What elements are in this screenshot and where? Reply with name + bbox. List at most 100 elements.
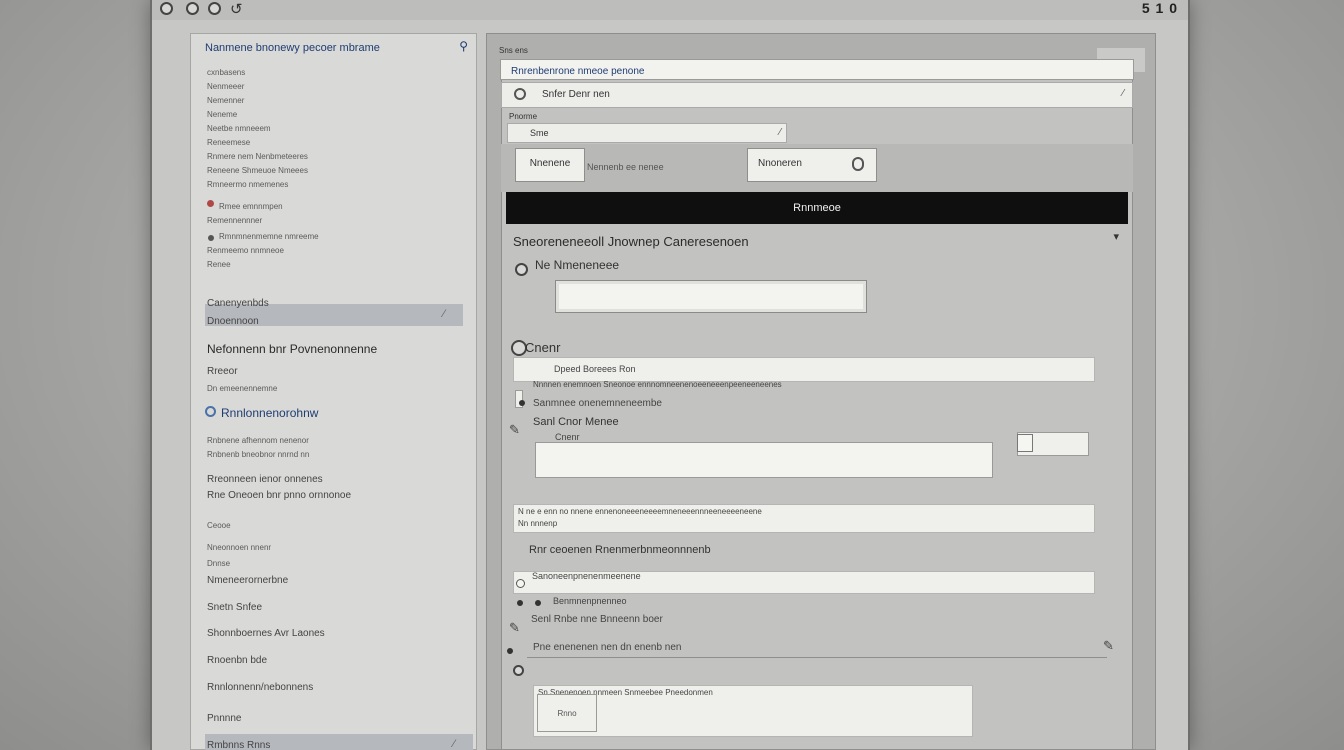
- sidebar-item[interactable]: Rmbnns Rnns: [207, 740, 270, 750]
- chevron-down-icon[interactable]: ▾: [1113, 230, 1119, 243]
- sidebar-item[interactable]: Rreonneen ienor onnenes: [207, 474, 323, 485]
- checkbox[interactable]: [1017, 434, 1033, 452]
- row-label: Cnenr: [525, 340, 561, 355]
- sidebar-item[interactable]: Rmee emnnmpen: [219, 202, 283, 211]
- refresh-icon[interactable]: ↺: [230, 0, 243, 18]
- alert-dot-icon: [207, 200, 214, 207]
- bullet-icon: [208, 235, 214, 241]
- row-text: Benmnenpnenneo: [553, 596, 627, 606]
- search-icon: [514, 88, 526, 100]
- row-field: Dpeed Boreees Ron: [554, 364, 636, 374]
- section-title: Sneoreneneeoll Jnownep Caneresenoen: [513, 234, 749, 249]
- sidebar-item[interactable]: Reneemese: [207, 138, 250, 147]
- sidebar-item[interactable]: Rnbnenb bneobnor nnrnd nn: [207, 450, 309, 459]
- row-label: Rnr ceoenen Rnenmerbnmeonnnenb: [529, 544, 711, 556]
- sidebar-item[interactable]: Rmneermo nmemenes: [207, 180, 288, 189]
- title-bar: ↺ 5 1 0: [152, 0, 1188, 20]
- sidebar-item[interactable]: Nmeneerornerbne: [207, 575, 288, 586]
- bullet-icon: [519, 400, 525, 406]
- search-field[interactable]: Snfer Denr nen ⁄: [501, 82, 1133, 108]
- sidebar: Nanmene bnonewy pecoer mbrame ⚲ cxnbasen…: [190, 33, 477, 750]
- small-button[interactable]: Rnno: [537, 694, 597, 732]
- option-row[interactable]: Sanoneenpnenenmeenene: [513, 571, 1095, 594]
- lock-icon: [852, 157, 864, 171]
- sidebar-item[interactable]: Pnnnne: [207, 713, 241, 724]
- sidebar-item[interactable]: Shonnboernes Avr Laones: [207, 628, 325, 639]
- sidebar-item[interactable]: Reneene Shmeuoe Nmeees: [207, 166, 308, 175]
- text-input[interactable]: [555, 280, 867, 313]
- row-label: Ne Nmeneneee: [535, 258, 620, 272]
- bullet-icon: [507, 648, 513, 654]
- radio-button[interactable]: [516, 579, 525, 588]
- sidebar-item[interactable]: Nneonnoen nnenr: [207, 543, 271, 552]
- bullet-icon: [517, 600, 523, 606]
- sidebar-item[interactable]: Nemenner: [207, 96, 244, 105]
- sidebar-item[interactable]: cxnbasens: [207, 68, 245, 77]
- button-caption: Nennenb ee nenee: [587, 162, 664, 172]
- bullet-icon: [535, 600, 541, 606]
- sidebar-item[interactable]: Dnnse: [207, 559, 230, 568]
- row-subtext: Nnnnen enemnoen Sneonoe ennnomneenenoeen…: [533, 380, 782, 389]
- edit-icon[interactable]: ✎: [1103, 638, 1114, 654]
- type-dropdown[interactable]: Sme ⁄: [507, 123, 787, 143]
- option-row[interactable]: Dpeed Boreees Ron: [513, 357, 1095, 382]
- sidebar-item[interactable]: Rmnmnenmemne nmreeme: [219, 232, 319, 241]
- sidebar-item-active[interactable]: Rnnlonnenorohnw: [221, 406, 318, 420]
- sidebar-item[interactable]: Renmeemo nnmneoe: [207, 246, 284, 255]
- sidebar-item[interactable]: Rnoenbn bde: [207, 655, 267, 666]
- sidebar-item[interactable]: Rnmere nem Nenbmeteeres: [207, 152, 308, 161]
- window-controls[interactable]: 5 1 0: [1142, 0, 1178, 16]
- sidebar-header: Nanmene bnonewy pecoer mbrame: [205, 42, 380, 54]
- right-button[interactable]: Nnoneren: [747, 148, 877, 182]
- text-input[interactable]: [535, 442, 993, 478]
- row-text: Sanmnee onenemneneembe: [533, 398, 662, 409]
- main-label: Sns ens: [499, 46, 528, 55]
- sidebar-item[interactable]: Rnbnene afhennom nenenor: [207, 436, 309, 445]
- radio-icon[interactable]: [205, 406, 216, 417]
- option-row[interactable]: N ne e enn no nnene ennenoneeeneeeemnene…: [513, 504, 1095, 533]
- left-button[interactable]: Nnenene: [515, 148, 585, 182]
- row-subtext: Cnenr: [555, 432, 580, 442]
- row-text: N ne e enn no nnene ennenoneeeneeeemnene…: [518, 507, 762, 516]
- search-text: Snfer Denr nen: [542, 89, 610, 100]
- right-button-label: Nnoneren: [758, 158, 802, 169]
- pin-icon[interactable]: ⚲: [459, 39, 468, 53]
- sidebar-item[interactable]: Dn emeenennemne: [207, 384, 277, 393]
- sidebar-item[interactable]: Nenmeeer: [207, 82, 244, 91]
- sidebar-item[interactable]: Rreeor: [207, 366, 238, 377]
- row-subtext: Nn nnnenp: [518, 519, 558, 528]
- sidebar-item[interactable]: Rnnlonnenn/nebonnens: [207, 682, 313, 693]
- sidebar-item[interactable]: Rne Oneoen bnr pnno ornnonoe: [207, 490, 351, 501]
- chevron-down-icon: ⁄: [779, 127, 781, 138]
- radio-button[interactable]: [515, 263, 528, 276]
- main-pane: Sns ens Rnrenbenrone nmeoe penone Snfer …: [486, 33, 1156, 750]
- chevron-down-icon: ⁄: [443, 308, 445, 320]
- sidebar-item[interactable]: Ceooe: [207, 521, 231, 530]
- edit-icon[interactable]: ✎: [509, 620, 520, 636]
- chevron-down-icon[interactable]: ⁄: [1122, 88, 1124, 99]
- sidebar-item[interactable]: Neneme: [207, 110, 237, 119]
- row-label: Sanl Cnor Menee: [533, 416, 619, 428]
- dropdown-value: Sme: [530, 128, 549, 138]
- header-bar: Rnnmeoe: [506, 192, 1128, 224]
- text-area[interactable]: Sn Snenenoen nnmeen Snmeebee Pneedonmen: [533, 685, 973, 737]
- row-text: Senl Rnbe nne Bnneenn boer: [531, 614, 663, 625]
- field-label: Pnorme: [509, 112, 538, 121]
- sidebar-item[interactable]: Neetbe nmneeem: [207, 124, 271, 133]
- selected-item-title: Canenyenbds: [207, 298, 269, 309]
- selected-item-subtitle: Dnoennoon: [207, 316, 259, 327]
- row-text: Sanoneenpnenenmeenene: [532, 571, 641, 581]
- divider: [527, 657, 1107, 658]
- sidebar-item[interactable]: Renee: [207, 260, 231, 269]
- edit-icon[interactable]: ✎: [509, 422, 520, 438]
- maximize-window-button[interactable]: [208, 2, 221, 15]
- chevron-icon: ⁄: [453, 738, 455, 750]
- radio-button[interactable]: [513, 665, 524, 676]
- close-window-button[interactable]: [160, 2, 173, 15]
- sidebar-item[interactable]: Remennennner: [207, 216, 262, 225]
- row-text: Pne enenenen nen dn enenb nen: [533, 642, 682, 653]
- form-title-bar: Rnrenbenrone nmeoe penone: [500, 59, 1134, 80]
- sidebar-item[interactable]: Snetn Snfee: [207, 602, 262, 613]
- minimize-window-button[interactable]: [186, 2, 199, 15]
- sidebar-group-title[interactable]: Nefonnenn bnr Povnenonnenne: [207, 342, 377, 356]
